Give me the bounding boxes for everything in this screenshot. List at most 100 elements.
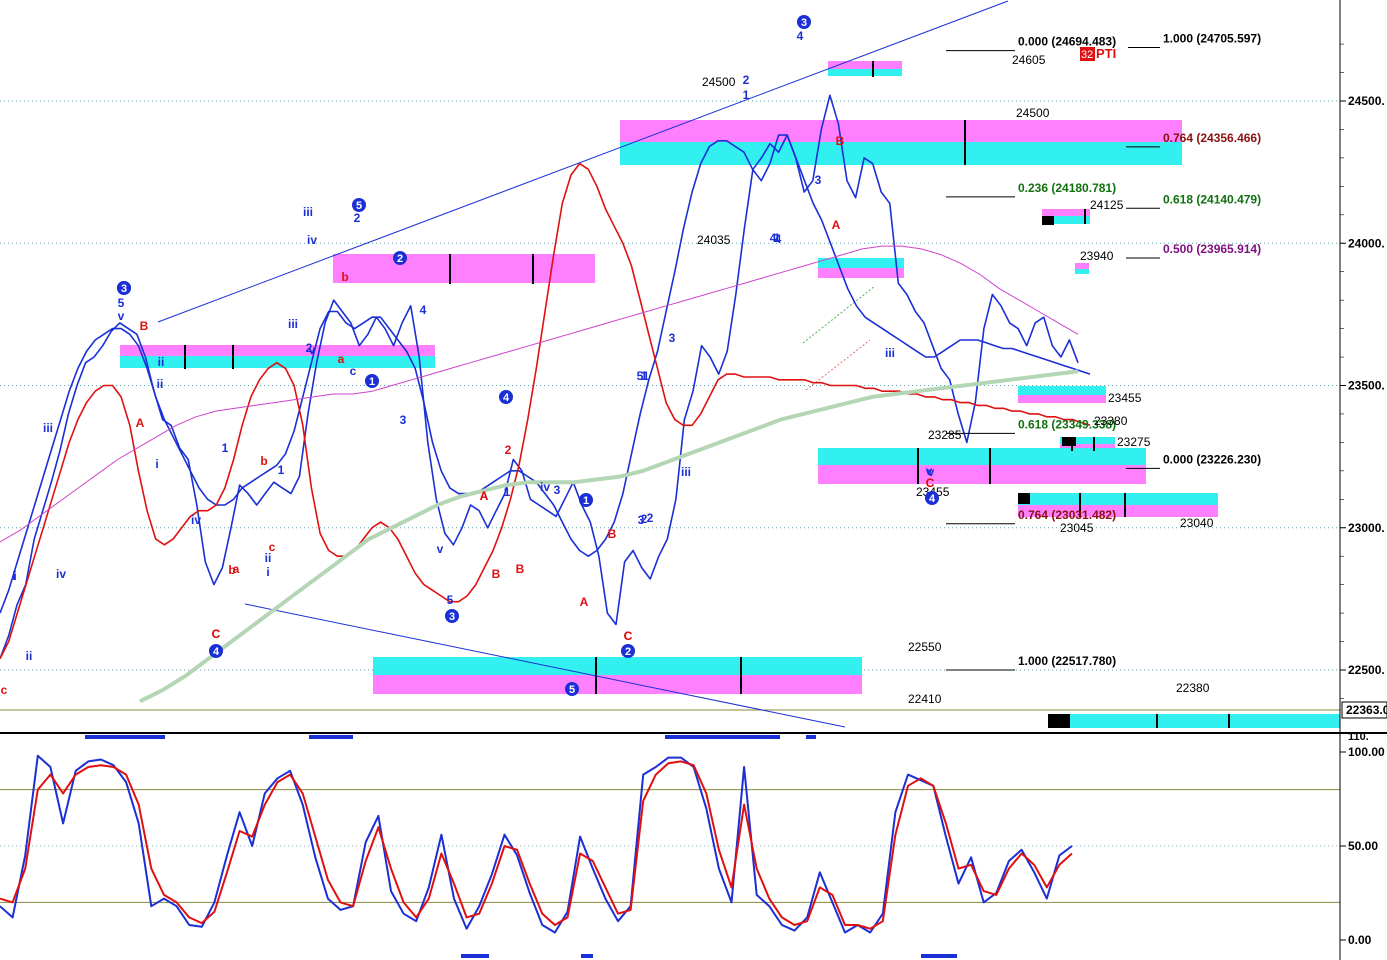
wave-label-blue: i — [266, 565, 269, 579]
pti-label: PTI — [1096, 46, 1116, 61]
wave-circle-label: 3 — [121, 283, 127, 295]
wave-label-blue: iv — [191, 513, 201, 527]
fib-label: 1.000 (22517.780) — [1018, 654, 1116, 668]
y-tick-label: 22500. — [1348, 663, 1385, 677]
wave-label-blue: iii — [303, 205, 313, 219]
wave-label-blue: v — [118, 309, 125, 323]
wave-circle-label: 3 — [801, 17, 807, 29]
wave-label-red: A — [136, 416, 145, 430]
price-zone — [1042, 209, 1090, 216]
wave-circle-label: 4 — [213, 646, 220, 658]
wave-label-red: b — [341, 270, 348, 284]
chart: 24500. 24000. 23500. 23000. 22500. 22363.0 100… — [0, 0, 1387, 960]
wave-label-red: C — [624, 629, 633, 643]
wave-label-blue: 1 — [278, 463, 285, 477]
price-zone — [818, 448, 1146, 465]
wave-label-blue: ii — [26, 649, 33, 663]
wave-label-blue: 4 — [420, 303, 427, 317]
price-label: 23455 — [1108, 391, 1142, 405]
price-zone — [373, 657, 862, 675]
wave-label-blue: 1 — [504, 485, 511, 499]
price-zone — [333, 254, 595, 268]
signal-bar — [461, 954, 489, 958]
price-zone — [1018, 493, 1218, 505]
price-zone — [818, 465, 1146, 484]
price-label: 23040 — [1180, 516, 1214, 530]
wave-label-blue: 4 — [797, 29, 804, 43]
wave-label-red: B — [492, 567, 501, 581]
zone-block — [1042, 216, 1054, 225]
wave-label-red: A — [580, 595, 589, 609]
wave-label-red: c — [1, 683, 8, 697]
price-label: 23045 — [1060, 521, 1094, 535]
wave-label-blue: iii — [43, 421, 53, 435]
fib-label: 0.618 (24140.479) — [1163, 192, 1261, 206]
wave-label-blue: 3 — [669, 331, 676, 345]
wave-label-red: A — [480, 489, 489, 503]
price-label: 24125 — [1090, 198, 1124, 212]
price-label: 23940 — [1080, 249, 1114, 263]
signal-bar — [921, 954, 957, 958]
wave-label-blue: iv — [540, 480, 550, 494]
y-tick-label: 24000. — [1348, 236, 1385, 250]
price-zone — [1075, 269, 1089, 274]
wave-label-blue: v — [437, 542, 444, 556]
wave-label-red: C — [926, 476, 935, 490]
fib-label: 0.500 (23965.914) — [1163, 242, 1261, 256]
wave-label-blue: c — [350, 364, 357, 378]
price-label: 23285 — [928, 428, 962, 442]
osc-tick-label: 0.00 — [1348, 933, 1372, 947]
wave-circle-label: 2 — [625, 646, 631, 658]
osc-top-label: 110. — [1348, 731, 1369, 743]
fib-label: 0.000 (23226.230) — [1163, 452, 1261, 466]
wave-label-red: a — [338, 352, 345, 366]
wave-label-blue: 2 — [306, 341, 313, 355]
wave-label-blue: ii — [157, 377, 164, 391]
wave-label-blue: 3 — [815, 173, 822, 187]
wave-circle-label: 3 — [449, 611, 455, 623]
wave-label-red: B — [516, 562, 525, 576]
fib-label: 1.000 (24705.597) — [1163, 32, 1261, 46]
wave-circle-label: 4 — [929, 493, 936, 505]
wave-label-blue: 2 — [354, 211, 361, 225]
price-zone — [1050, 714, 1340, 728]
price-label: 22410 — [908, 692, 942, 706]
fib-label: 0.764 (24356.466) — [1163, 131, 1261, 145]
price-zone — [818, 258, 904, 268]
wave-label-red: C — [212, 627, 221, 641]
wave-label-red: B — [140, 319, 149, 333]
price-label: 24035 — [697, 233, 731, 247]
fib-label: 0.236 (24180.781) — [1018, 181, 1116, 195]
y-tick-label: 24500. — [1348, 94, 1385, 108]
price-zone — [620, 142, 1182, 165]
last-price-label: 22363.0 — [1346, 703, 1387, 717]
wave-label-blue: 5 — [118, 296, 125, 310]
zone-block — [1018, 493, 1030, 504]
wave-circle-label: 1 — [369, 376, 375, 388]
y-tick-label: 23500. — [1348, 379, 1385, 393]
price-zone — [120, 345, 435, 356]
wave-label-blue: i — [13, 569, 16, 583]
price-zone — [1018, 386, 1106, 395]
wave-label-blue: 3 — [638, 513, 645, 527]
wave-circle-label: 5 — [569, 684, 575, 696]
zone-block — [1048, 714, 1070, 728]
wave-label-blue: 5 — [447, 593, 454, 607]
wave-label-blue: iii — [681, 465, 691, 479]
wave-circle-label: 2 — [397, 253, 403, 265]
price-label: 23380 — [1094, 414, 1128, 428]
wave-label-blue: 3 — [400, 413, 407, 427]
signal-bar — [309, 735, 353, 739]
wave-circle-label: 1 — [583, 495, 589, 507]
price-label: 22550 — [908, 640, 942, 654]
price-zone — [333, 268, 595, 283]
wave-label-red: B — [836, 134, 845, 148]
price-zone — [828, 69, 902, 76]
wave-label-blue: 3 — [554, 483, 561, 497]
price-label: 23275 — [1117, 435, 1151, 449]
fib-label: 0.764 (23031.482) — [1018, 508, 1116, 522]
wave-label-blue: 1 — [743, 88, 750, 102]
pti-value: 32 — [1081, 49, 1093, 61]
wave-label-blue: i — [155, 457, 158, 471]
osc-tick-label: 50.00 — [1348, 839, 1378, 853]
